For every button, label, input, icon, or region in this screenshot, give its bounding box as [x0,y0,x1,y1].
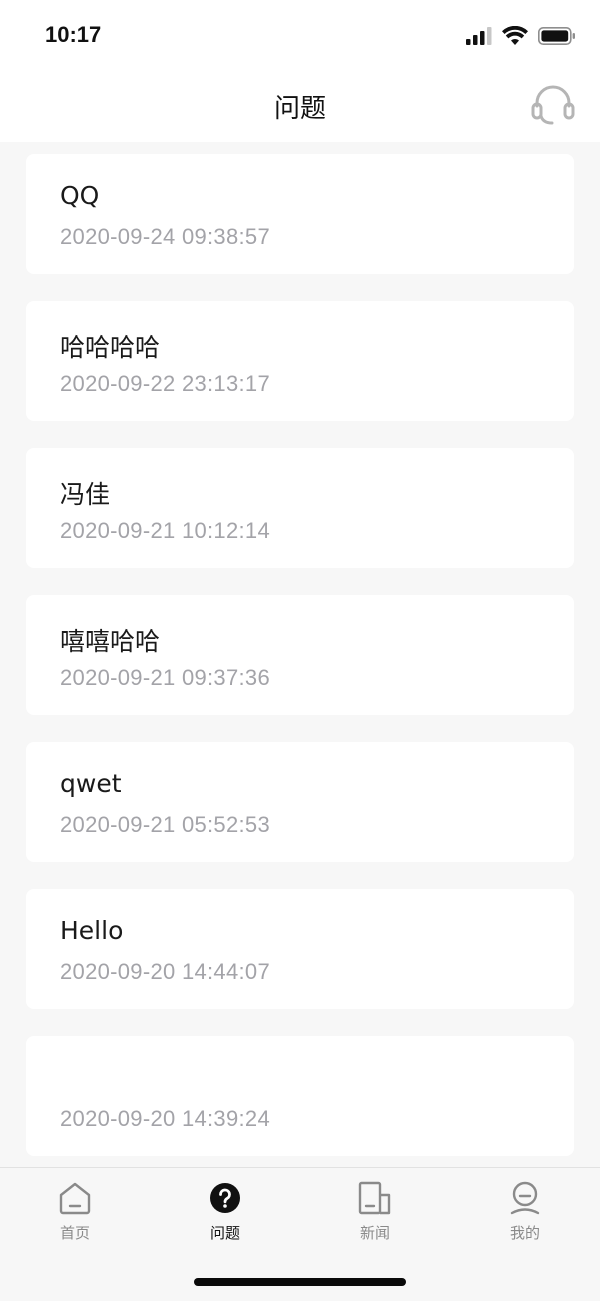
tab-questions[interactable]: 问题 [175,1180,275,1250]
tab-label: 首页 [59,1224,90,1242]
question-card[interactable]: QQ 2020-09-24 09:38:57 [26,154,574,274]
tab-news[interactable]: 新闻 [325,1180,425,1250]
question-card[interactable]: qwet 2020-09-21 05:52:53 [26,742,574,862]
tab-label: 新闻 [359,1224,390,1242]
question-time: 2020-09-22 23:13:17 [60,371,270,396]
customer-service-button[interactable] [530,84,576,128]
profile-icon [505,1180,545,1216]
question-time: 2020-09-20 14:39:24 [60,1106,270,1131]
status-time: 10:17 [45,22,102,47]
tab-profile[interactable]: 我的 [475,1180,575,1250]
question-card[interactable]: Hello 2020-09-20 14:44:07 [26,889,574,1009]
question-title: QQ [60,181,100,210]
question-time: 2020-09-20 14:44:07 [60,959,270,984]
home-icon [55,1180,95,1216]
question-time: 2020-09-24 09:38:57 [60,224,270,249]
wifi-icon [502,25,528,49]
nav-bar: 问题 [0,70,600,142]
question-title: Hello [60,916,124,945]
question-card[interactable]: 哈哈哈哈 2020-09-22 23:13:17 [26,301,574,421]
question-title: 哈哈哈哈 [60,333,161,362]
page-title: 问题 [273,94,326,124]
question-card[interactable]: 冯佳 2020-09-21 10:12:14 [26,448,574,568]
question-time: 2020-09-21 05:52:53 [60,812,270,837]
question-card[interactable]: 嘻嘻哈哈 2020-09-21 09:37:36 [26,595,574,715]
question-icon [205,1180,245,1216]
tab-home[interactable]: 首页 [25,1180,125,1250]
tab-label: 问题 [209,1224,240,1242]
news-icon [355,1180,395,1216]
question-title: 嘻嘻哈哈 [60,627,161,656]
questions-screen: 10:17 问题 QQ 2020-09-24 09:38:57 哈哈哈哈 202… [0,0,600,1301]
question-time: 2020-09-21 10:12:14 [60,518,270,543]
headset-icon [530,82,576,130]
status-bar: 10:17 [0,0,600,70]
question-card[interactable]: 2020-09-20 14:39:24 [26,1036,574,1156]
question-title: qwet [60,769,122,798]
question-time: 2020-09-21 09:37:36 [60,665,270,690]
battery-icon [538,26,576,49]
home-indicator [194,1278,406,1286]
cellular-signal-icon [466,26,492,49]
tab-label: 我的 [509,1224,540,1242]
status-icons [466,25,576,49]
question-title: 冯佳 [60,480,111,509]
question-list: QQ 2020-09-24 09:38:57 哈哈哈哈 2020-09-22 2… [26,154,574,1183]
